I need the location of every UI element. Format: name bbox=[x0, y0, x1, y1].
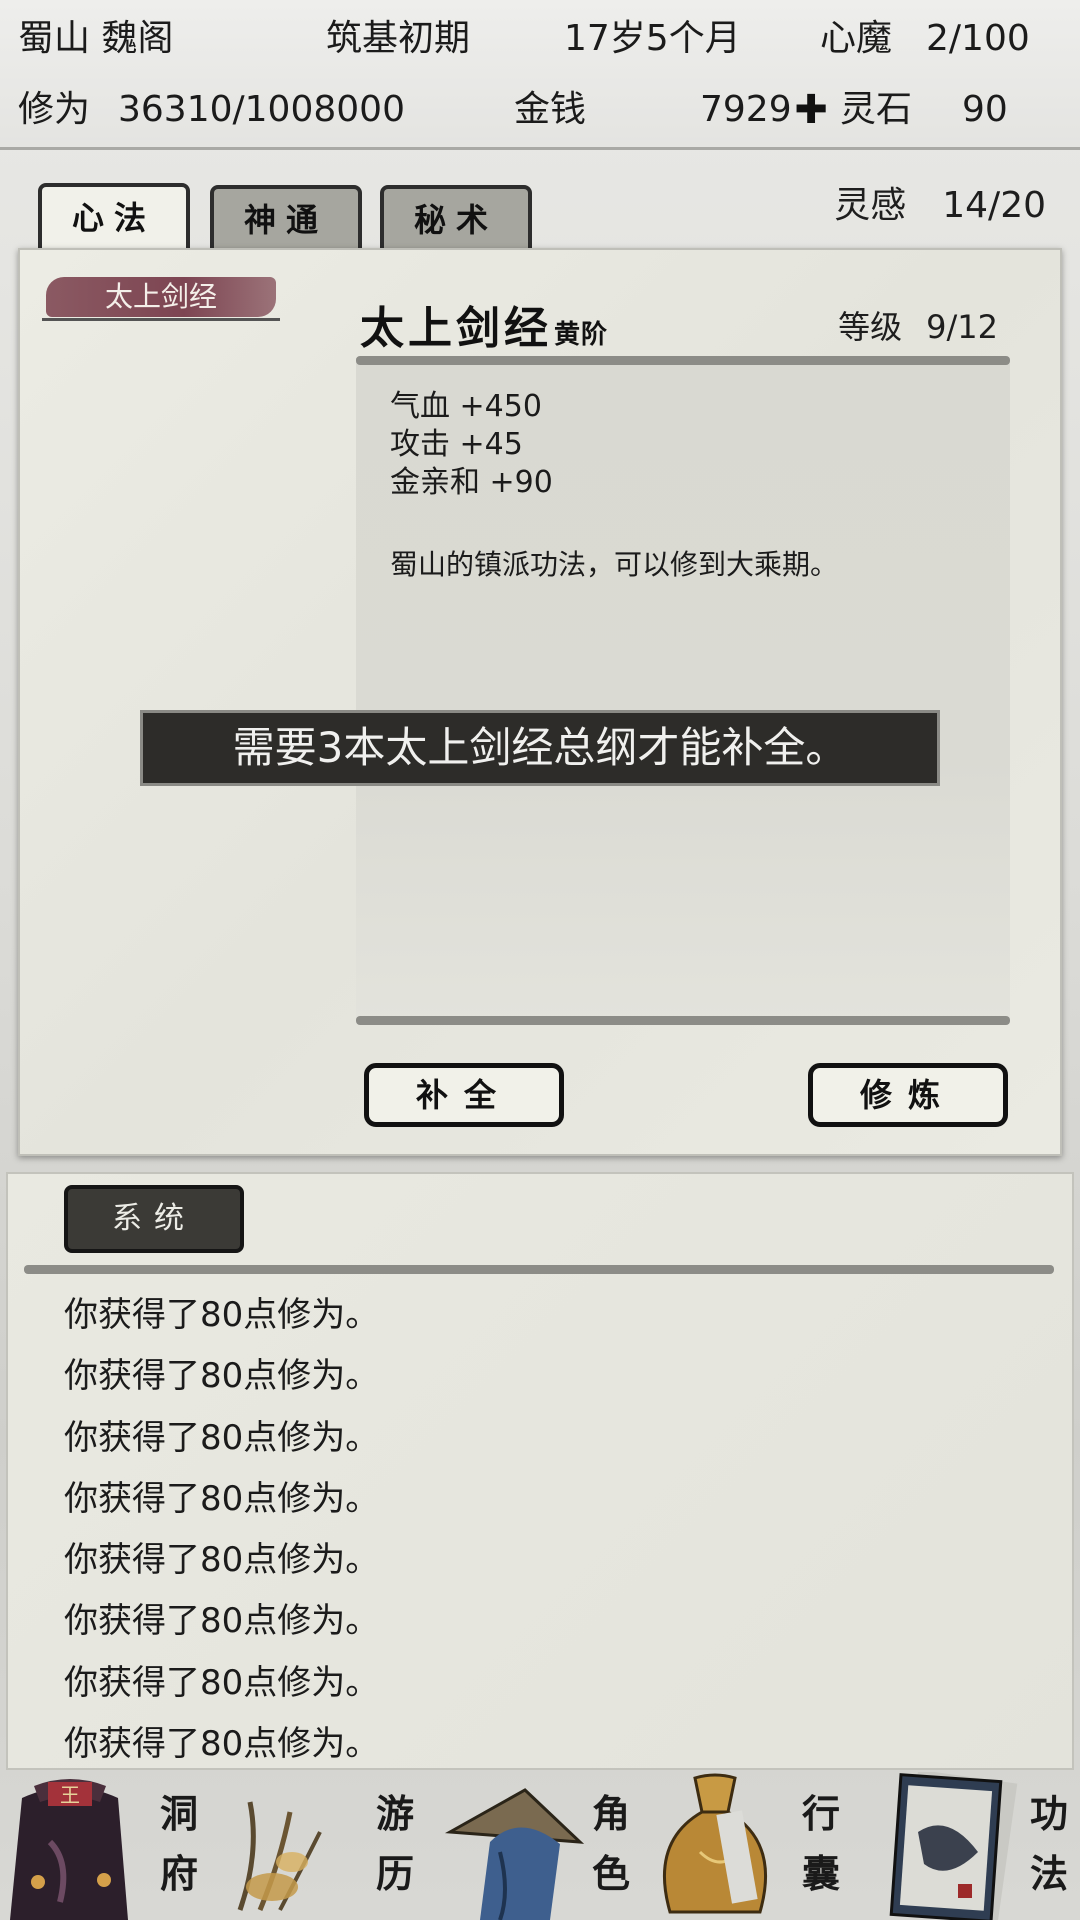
tab-divine-ability[interactable]: 神通 bbox=[210, 185, 362, 253]
cultivation-label: 修为 bbox=[18, 89, 91, 130]
inspiration-label: 灵感 bbox=[834, 185, 907, 226]
nav-travel-label-1[interactable]: 游 bbox=[370, 1784, 420, 1844]
nav-skills-label-2[interactable]: 法 bbox=[1024, 1844, 1074, 1904]
inner-demon-value: 2/100 bbox=[926, 18, 1030, 59]
description-top-divider bbox=[356, 356, 1010, 365]
nav-cave[interactable]: 王 bbox=[0, 1772, 322, 1920]
nav-bag-label-1[interactable]: 行 bbox=[796, 1784, 846, 1844]
skill-list-item[interactable]: 太上剑经 bbox=[46, 277, 276, 317]
log-list[interactable]: 你获得了80点修为。 你获得了80点修为。 你获得了80点修为。 你获得了80点… bbox=[64, 1285, 964, 1775]
money-label: 金钱 bbox=[514, 89, 587, 130]
nav-bag-label-2[interactable]: 囊 bbox=[796, 1844, 846, 1904]
log-entry: 你获得了80点修为。 bbox=[64, 1540, 380, 1581]
description-bottom-divider bbox=[356, 1016, 1010, 1025]
nav-travel-label-2[interactable]: 历 bbox=[370, 1844, 420, 1904]
sect-name: 蜀山 魏阁 bbox=[18, 18, 174, 59]
log-divider bbox=[24, 1265, 1054, 1274]
treasure-bag-icon[interactable] bbox=[640, 1772, 790, 1920]
stat-metal-affinity: 金亲和 +90 bbox=[390, 465, 553, 500]
skill-book-icon[interactable] bbox=[888, 1772, 1018, 1920]
stat-attack: 攻击 +45 bbox=[390, 427, 523, 462]
log-entry: 你获得了80点修为。 bbox=[64, 1478, 380, 1519]
inspiration: 灵感 14/20 bbox=[834, 180, 1046, 232]
skill-level-value: 9/12 bbox=[926, 308, 998, 346]
log-entry: 你获得了80点修为。 bbox=[64, 1417, 380, 1458]
skill-list-underline bbox=[42, 318, 280, 321]
tab-secret-art[interactable]: 秘术 bbox=[380, 185, 532, 253]
nav-cave-label-2: 府 bbox=[159, 1851, 198, 1896]
skill-level-label: 等级 bbox=[838, 308, 903, 346]
status-row-2: 修为 36310/1008000 金钱 7929 ✚ 灵石 90 bbox=[0, 85, 1080, 135]
log-entry: 你获得了80点修为。 bbox=[64, 1295, 380, 1335]
log-entry: 你获得了80点修为。 bbox=[64, 1662, 380, 1703]
nav-cave-label-1: 洞 bbox=[159, 1791, 198, 1836]
bottom-navigation: 王 洞 府 游 历 角 色 行 囊 功 法 bbox=[0, 1772, 1080, 1920]
nav-skills-label-1[interactable]: 功 bbox=[1024, 1784, 1074, 1844]
complete-button[interactable]: 补全 bbox=[364, 1063, 564, 1127]
money-value: 7929 bbox=[700, 89, 792, 130]
skill-grade: 黄阶 bbox=[554, 320, 609, 350]
age: 17岁5个月 bbox=[564, 18, 741, 59]
skill-name: 太上剑经 bbox=[360, 303, 552, 354]
skill-level: 等级 9/12 bbox=[838, 302, 998, 348]
reed-icon bbox=[237, 1801, 322, 1911]
cultivate-button[interactable]: 修炼 bbox=[808, 1063, 1008, 1127]
cave-banner-icon: 王 bbox=[10, 1779, 128, 1920]
inspiration-value: 14/20 bbox=[942, 185, 1046, 226]
skill-title: 太上剑经黄阶 bbox=[360, 292, 608, 356]
log-entry: 你获得了80点修为。 bbox=[64, 1724, 380, 1765]
tab-mental-method[interactable]: 心法 bbox=[38, 183, 190, 255]
status-header: 蜀山 魏阁 筑基初期 17岁5个月 心魔 2/100 修为 36310/1008… bbox=[0, 0, 1080, 150]
stat-hp: 气血 +450 bbox=[390, 389, 542, 424]
log-entry: 你获得了80点修为。 bbox=[64, 1356, 380, 1397]
nav-character-label-2[interactable]: 色 bbox=[586, 1844, 636, 1904]
status-row-1: 蜀山 魏阁 筑基初期 17岁5个月 心魔 2/100 bbox=[0, 14, 1080, 64]
realm: 筑基初期 bbox=[326, 18, 471, 59]
skill-stats: 气血 +450 攻击 +45 金亲和 +90 bbox=[390, 388, 553, 502]
log-entry: 你获得了80点修为。 bbox=[64, 1601, 380, 1642]
spirit-stone-label: 灵石 bbox=[840, 89, 913, 130]
svg-text:王: 王 bbox=[60, 1783, 80, 1807]
add-money-icon[interactable]: ✚ bbox=[791, 85, 831, 135]
skill-description: 蜀山的镇派功法，可以修到大乘期。 bbox=[390, 548, 839, 581]
inner-demon-label: 心魔 bbox=[820, 18, 893, 59]
spirit-stone-value: 90 bbox=[962, 89, 1008, 130]
nav-character-label-1[interactable]: 角 bbox=[586, 1784, 636, 1844]
straw-hat-character-icon[interactable] bbox=[440, 1772, 590, 1920]
tab-system-log[interactable]: 系统 bbox=[64, 1185, 244, 1253]
toast-message: 需要3本太上剑经总纲才能补全。 bbox=[140, 710, 940, 786]
cultivation-value: 36310/1008000 bbox=[118, 89, 405, 130]
